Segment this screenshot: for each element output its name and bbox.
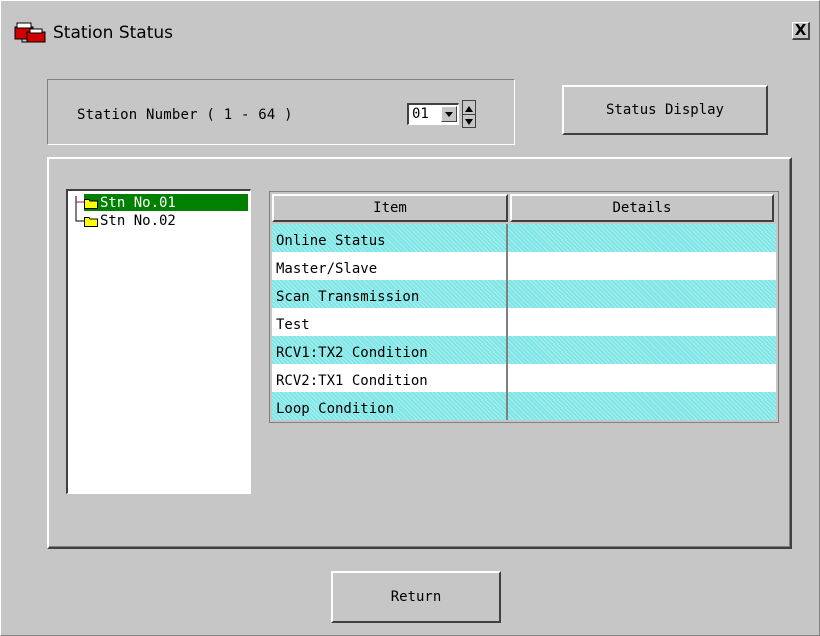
details-cell bbox=[510, 392, 776, 420]
station-tree[interactable]: Stn No.01 Stn No.02 bbox=[66, 189, 251, 494]
details-cell bbox=[510, 280, 776, 308]
station-number-label: Station Number ( 1 - 64 ) bbox=[77, 107, 293, 123]
column-header-details[interactable]: Details bbox=[510, 194, 774, 222]
window-title: Station Status bbox=[53, 23, 174, 43]
table-row[interactable]: Test bbox=[272, 308, 776, 336]
chevron-down-icon bbox=[445, 112, 453, 117]
folder-icon bbox=[84, 197, 98, 209]
station-number-value: 01 bbox=[412, 106, 429, 122]
details-cell bbox=[510, 364, 776, 392]
details-cell bbox=[510, 308, 776, 336]
item-cell: Online Status bbox=[276, 233, 386, 249]
tree-item-label: Stn No.02 bbox=[100, 212, 176, 229]
dropdown-arrow-button[interactable] bbox=[441, 106, 457, 122]
station-status-icon bbox=[13, 20, 49, 44]
status-grid: Item Details Online Status Master/Slave … bbox=[269, 191, 779, 423]
station-number-spinner[interactable] bbox=[462, 100, 476, 128]
station-status-window: Station Status X Station Number ( 1 - 64… bbox=[0, 0, 820, 636]
table-row[interactable]: Loop Condition bbox=[272, 392, 776, 420]
item-cell: RCV2:TX1 Condition bbox=[276, 373, 428, 389]
title-bar: Station Status X bbox=[1, 1, 819, 45]
table-row[interactable]: RCV2:TX1 Condition bbox=[272, 364, 776, 392]
column-separator bbox=[506, 224, 508, 420]
item-cell: RCV1:TX2 Condition bbox=[276, 345, 428, 361]
tree-item-stn-02[interactable]: Stn No.02 bbox=[84, 212, 248, 229]
station-number-select[interactable]: 01 bbox=[407, 103, 459, 125]
close-button[interactable]: X bbox=[792, 22, 810, 40]
table-row[interactable]: Master/Slave bbox=[272, 252, 776, 280]
details-cell bbox=[510, 252, 776, 280]
station-number-group: Station Number ( 1 - 64 ) 01 bbox=[47, 79, 515, 145]
column-header-item[interactable]: Item bbox=[272, 194, 508, 222]
item-cell: Scan Transmission bbox=[276, 289, 420, 305]
status-panel: Stn No.01 Stn No.02 Item Details Online … bbox=[47, 157, 792, 549]
return-button[interactable]: Return bbox=[331, 571, 501, 623]
table-row[interactable]: Online Status bbox=[272, 224, 776, 252]
tree-item-stn-01[interactable]: Stn No.01 bbox=[84, 194, 248, 211]
arrow-down-icon bbox=[465, 119, 473, 125]
table-row[interactable]: Scan Transmission bbox=[272, 280, 776, 308]
item-cell: Test bbox=[276, 317, 310, 333]
spin-down-button[interactable] bbox=[463, 114, 475, 127]
folder-icon bbox=[84, 215, 98, 227]
grid-body: Online Status Master/Slave Scan Transmis… bbox=[272, 224, 776, 420]
item-cell: Loop Condition bbox=[276, 401, 395, 417]
table-row[interactable]: RCV1:TX2 Condition bbox=[272, 336, 776, 364]
details-cell bbox=[510, 224, 776, 252]
tree-item-label: Stn No.01 bbox=[100, 194, 176, 211]
status-display-button[interactable]: Status Display bbox=[562, 85, 768, 135]
spin-up-button[interactable] bbox=[463, 101, 475, 115]
details-cell bbox=[510, 336, 776, 364]
item-cell: Master/Slave bbox=[276, 261, 378, 277]
